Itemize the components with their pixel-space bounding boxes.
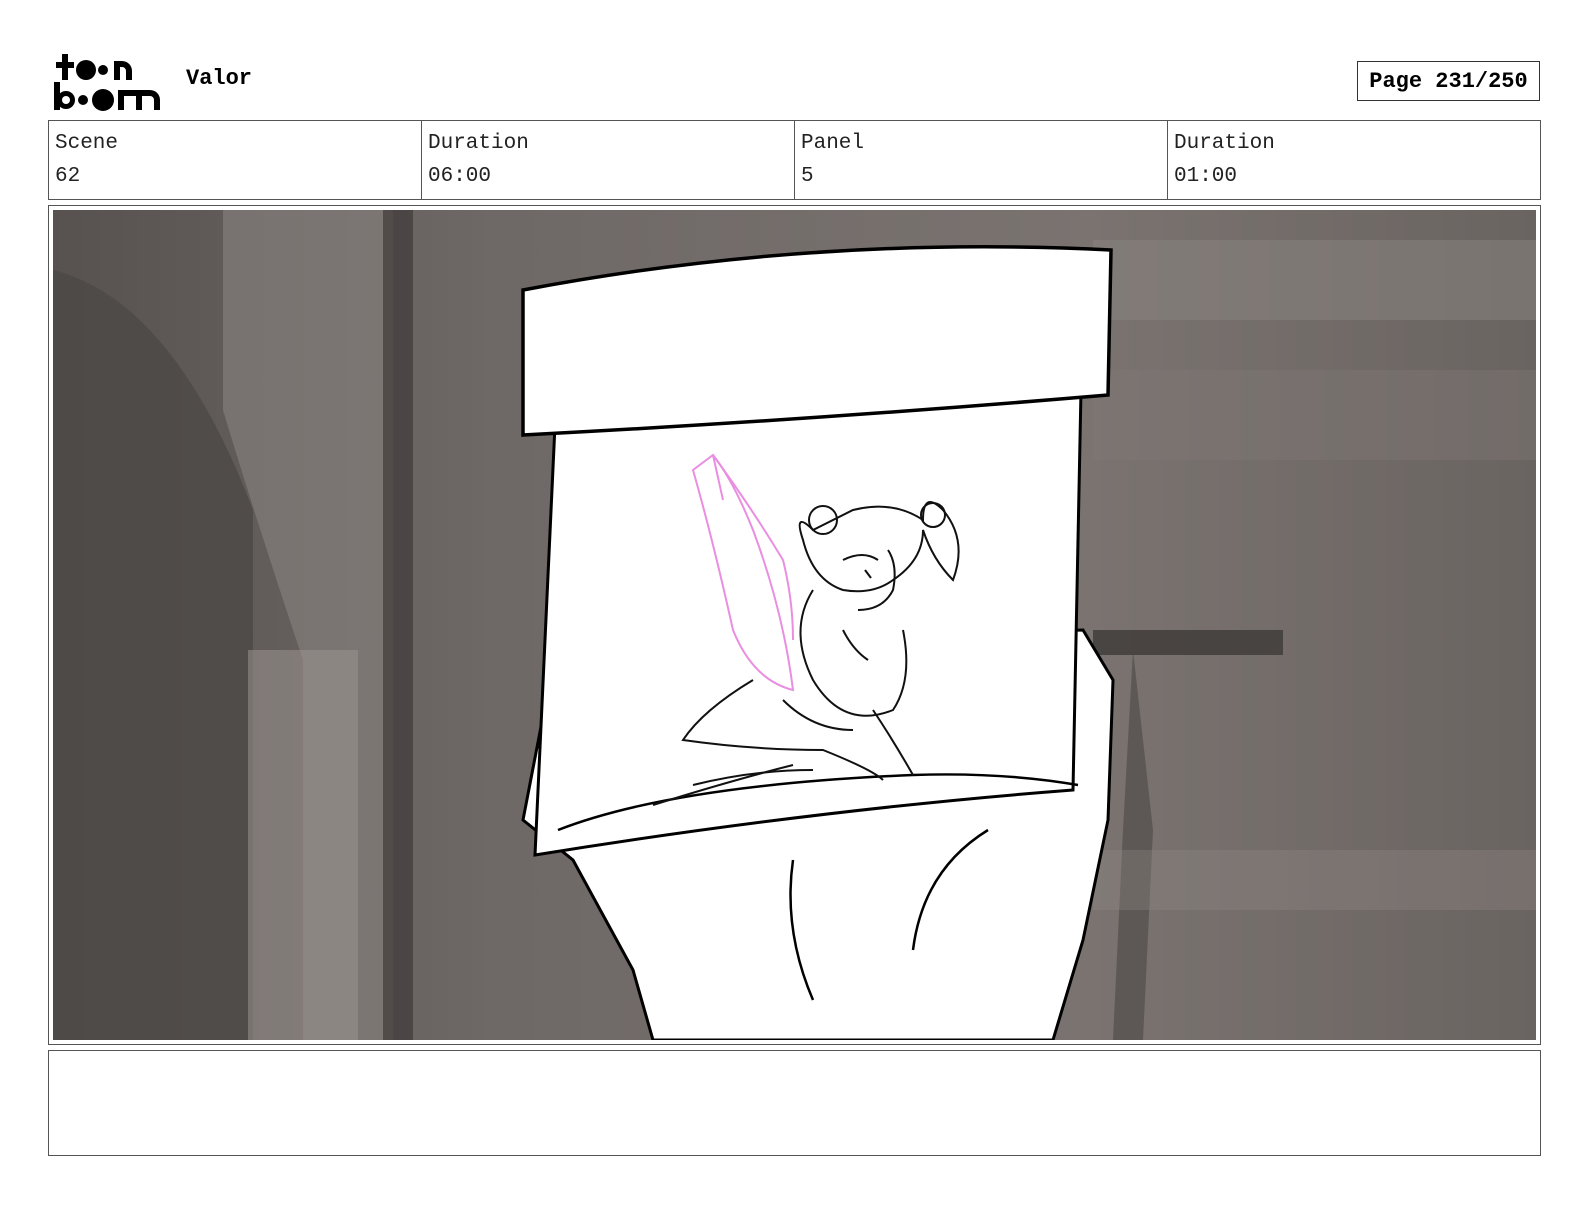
storyboard-drawing (53, 210, 1536, 1040)
scene-duration-value: 06:00 (428, 165, 492, 188)
panel-label: Panel (801, 132, 865, 155)
panel-duration-value: 01:00 (1174, 165, 1238, 188)
project-title: Valor (186, 66, 253, 91)
panel-cell: Panel 5 (795, 121, 1168, 199)
scene-info-row: Scene 62 Duration 06:00 Panel 5 Duration… (48, 120, 1541, 200)
notes-text (49, 1051, 1540, 1067)
panel-duration-cell: Duration 01:00 (1168, 121, 1540, 199)
storyboard-panel-frame (48, 205, 1541, 1045)
toonboom-logo (50, 50, 164, 112)
page-number: Page 231/250 (1357, 61, 1540, 101)
scene-cell: Scene 62 (49, 121, 422, 199)
panel-value: 5 (801, 165, 814, 188)
scene-label: Scene (55, 132, 119, 155)
notes-box (48, 1050, 1541, 1156)
scene-value: 62 (55, 165, 81, 188)
scene-duration-cell: Duration 06:00 (422, 121, 795, 199)
scene-duration-label: Duration (428, 132, 529, 155)
panel-duration-label: Duration (1174, 132, 1275, 155)
